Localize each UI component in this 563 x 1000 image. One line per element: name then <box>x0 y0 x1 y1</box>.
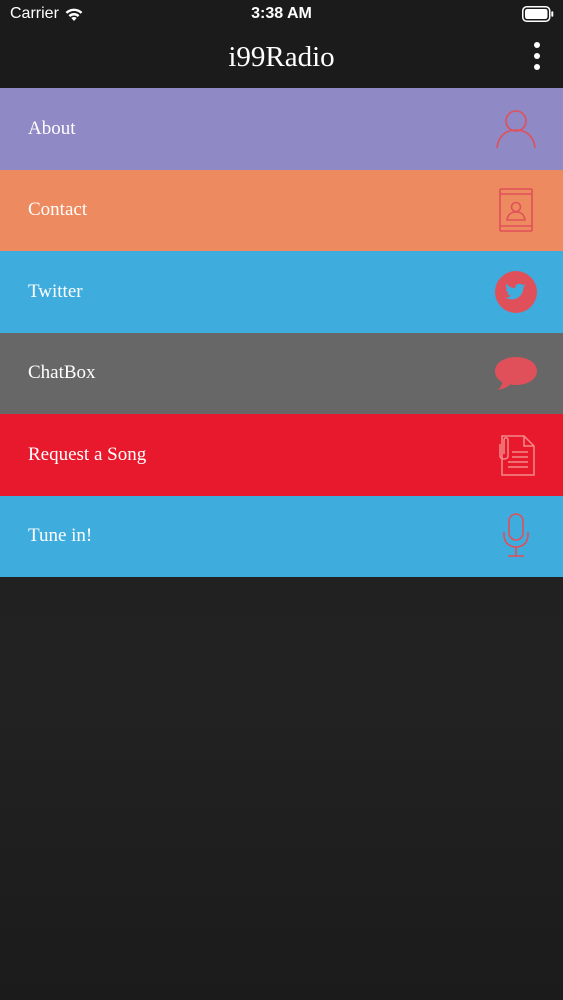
person-icon <box>493 106 539 152</box>
menu-item-label: ChatBox <box>28 362 96 384</box>
menu-list: About Contact Twitter ChatBox Request a … <box>0 88 563 577</box>
document-clip-icon <box>493 432 539 478</box>
menu-item-chatbox[interactable]: ChatBox <box>0 332 563 414</box>
menu-item-tune-in[interactable]: Tune in! <box>0 495 563 577</box>
menu-item-request-song[interactable]: Request a Song <box>0 414 563 496</box>
menu-item-label: Contact <box>28 199 88 221</box>
contact-book-icon <box>493 187 539 233</box>
status-time: 3:38 AM <box>251 5 312 22</box>
menu-item-contact[interactable]: Contact <box>0 169 563 251</box>
twitter-icon <box>493 269 539 315</box>
menu-item-label: Request a Song <box>28 443 147 465</box>
page-title: i99Radio <box>228 41 335 73</box>
menu-item-label: Tune in! <box>28 525 93 547</box>
nav-bar: i99Radio <box>0 30 563 88</box>
chat-bubble-icon <box>493 350 539 396</box>
battery-icon <box>522 6 554 22</box>
more-options-button[interactable] <box>529 40 545 72</box>
menu-item-label: Twitter <box>28 280 83 302</box>
menu-item-about[interactable]: About <box>0 88 563 170</box>
microphone-icon <box>493 513 539 559</box>
more-vertical-icon <box>534 42 540 48</box>
menu-item-twitter[interactable]: Twitter <box>0 251 563 333</box>
menu-item-label: About <box>28 117 76 139</box>
status-bar: Carrier 3:38 AM <box>0 0 563 30</box>
